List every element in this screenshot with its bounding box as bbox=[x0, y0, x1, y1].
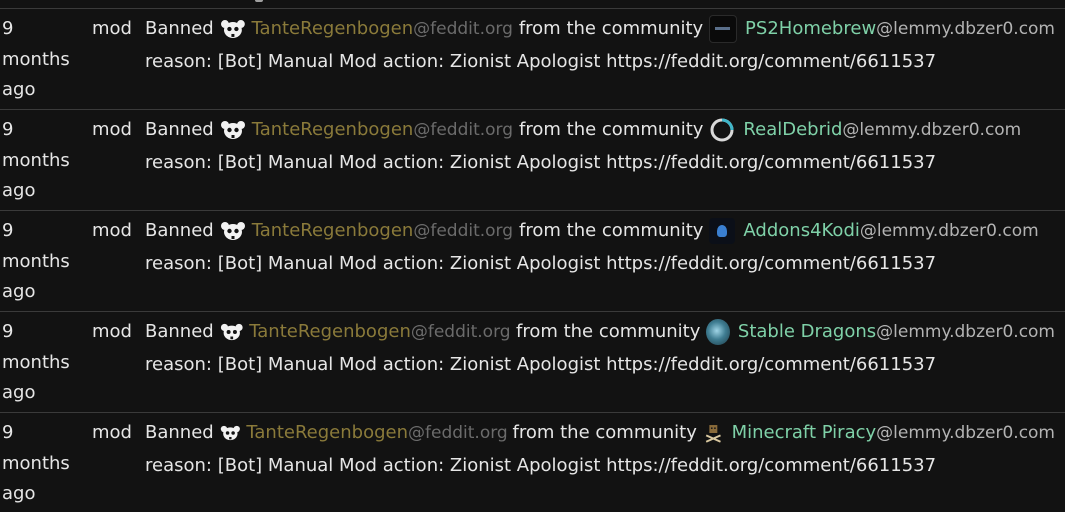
user-instance: @feddit.org bbox=[413, 19, 513, 39]
previous-row-partial bbox=[0, 0, 1065, 9]
action-line: Banned TanteRegenbogen@feddit.org from t… bbox=[145, 14, 1055, 44]
modlog-row: 9 months ago mod Banned TanteRegenbogen@… bbox=[0, 9, 1065, 110]
action-line: Banned TanteRegenbogen@feddit.org from t… bbox=[145, 317, 1055, 347]
community-link[interactable]: Stable Dragons@lemmy.dbzer0.com bbox=[738, 317, 1055, 347]
skull-bear-icon bbox=[220, 222, 245, 240]
action-line: Banned TanteRegenbogen@feddit.org from t… bbox=[145, 216, 1055, 246]
moderator-label: mod bbox=[92, 18, 132, 39]
reason-text: reason: [Bot] Manual Mod action: Zionist… bbox=[145, 152, 937, 173]
ps2homebrew-community-icon bbox=[709, 15, 738, 43]
modlog-row: 9 months ago mod Banned TanteRegenbogen@… bbox=[0, 110, 1065, 211]
skull-bear-icon bbox=[220, 323, 243, 341]
user-name: TanteRegenbogen bbox=[246, 422, 409, 443]
skull-bear-icon bbox=[220, 20, 245, 38]
user-name: TanteRegenbogen bbox=[249, 321, 411, 342]
action-cell: Banned TanteRegenbogen@feddit.org from t… bbox=[145, 317, 1055, 380]
community-instance: @lemmy.dbzer0.com bbox=[859, 221, 1039, 241]
timestamp: 9 months ago bbox=[2, 18, 70, 100]
connector-text: from the community bbox=[519, 119, 704, 140]
action-cell: Banned TanteRegenbogen@feddit.org from t… bbox=[145, 14, 1055, 77]
user-instance: @feddit.org bbox=[413, 221, 514, 241]
timestamp: 9 months ago bbox=[2, 220, 70, 302]
modlog-row: 9 months ago mod Banned TanteRegenbogen@… bbox=[0, 413, 1065, 512]
user-instance: @feddit.org bbox=[413, 120, 514, 140]
community-link[interactable]: RealDebrid@lemmy.dbzer0.com bbox=[743, 115, 1021, 145]
action-verb: Banned bbox=[145, 220, 214, 241]
timestamp: 9 months ago bbox=[2, 321, 70, 403]
skull-bear-icon bbox=[220, 425, 240, 441]
timestamp: 9 months ago bbox=[2, 422, 70, 504]
reason-text: reason: [Bot] Manual Mod action: Zionist… bbox=[145, 354, 937, 375]
connector-text: from the community bbox=[519, 220, 704, 241]
community-instance: @lemmy.dbzer0.com bbox=[876, 322, 1055, 342]
user-instance: @feddit.org bbox=[408, 423, 508, 443]
user-name: TanteRegenbogen bbox=[251, 220, 414, 241]
community-name: Addons4Kodi bbox=[743, 220, 860, 241]
community-name: PS2Homebrew bbox=[745, 18, 877, 39]
action-verb: Banned bbox=[145, 18, 214, 39]
modlog-page: 9 months ago mod Banned TanteRegenbogen@… bbox=[0, 0, 1065, 512]
moderator-label: mod bbox=[92, 220, 132, 241]
connector-text: from the community bbox=[515, 321, 701, 342]
timestamp: 9 months ago bbox=[2, 119, 70, 201]
minecraft-piracy-community-icon bbox=[705, 425, 721, 443]
user-name: TanteRegenbogen bbox=[251, 119, 414, 140]
moderator-label: mod bbox=[92, 422, 132, 443]
reason-text: reason: [Bot] Manual Mod action: Zionist… bbox=[145, 51, 937, 72]
action-verb: Banned bbox=[145, 119, 214, 140]
community-instance: @lemmy.dbzer0.com bbox=[842, 120, 1022, 140]
partial-glyph bbox=[255, 0, 263, 2]
connector-text: from the community bbox=[512, 422, 697, 443]
action-verb: Banned bbox=[145, 321, 214, 342]
modlog-row: 9 months ago mod Banned TanteRegenbogen@… bbox=[0, 211, 1065, 312]
action-verb: Banned bbox=[145, 422, 214, 443]
user-name: TanteRegenbogen bbox=[251, 18, 414, 39]
modlog-row: 9 months ago mod Banned TanteRegenbogen@… bbox=[0, 312, 1065, 413]
action-cell: Banned TanteRegenbogen@feddit.org from t… bbox=[145, 216, 1055, 279]
community-instance: @lemmy.dbzer0.com bbox=[876, 423, 1055, 443]
addons4kodi-community-icon bbox=[709, 218, 736, 244]
skull-bear-icon bbox=[220, 121, 245, 139]
community-name: Stable Dragons bbox=[737, 321, 877, 342]
community-name: Minecraft Piracy bbox=[731, 422, 877, 443]
reason-text: reason: [Bot] Manual Mod action: Zionist… bbox=[145, 253, 937, 274]
user-link[interactable]: TanteRegenbogen@feddit.org bbox=[252, 14, 513, 44]
modlog-list: 9 months ago mod Banned TanteRegenbogen@… bbox=[0, 9, 1065, 512]
community-link[interactable]: Addons4Kodi@lemmy.dbzer0.com bbox=[743, 216, 1038, 246]
reason-text: reason: [Bot] Manual Mod action: Zionist… bbox=[145, 455, 937, 476]
community-link[interactable]: Minecraft Piracy@lemmy.dbzer0.com bbox=[732, 418, 1055, 448]
moderator-label: mod bbox=[92, 119, 132, 140]
user-link[interactable]: TanteRegenbogen@feddit.org bbox=[252, 115, 513, 145]
action-cell: Banned TanteRegenbogen@feddit.org from t… bbox=[145, 115, 1055, 178]
user-instance: @feddit.org bbox=[410, 322, 511, 342]
stable-dragons-community-icon bbox=[706, 319, 730, 345]
realdebrid-community-icon bbox=[710, 118, 734, 142]
action-line: Banned TanteRegenbogen@feddit.org from t… bbox=[145, 115, 1055, 145]
user-link[interactable]: TanteRegenbogen@feddit.org bbox=[249, 317, 510, 347]
community-link[interactable]: PS2Homebrew@lemmy.dbzer0.com bbox=[745, 14, 1055, 44]
user-link[interactable]: TanteRegenbogen@feddit.org bbox=[246, 418, 507, 448]
user-link[interactable]: TanteRegenbogen@feddit.org bbox=[252, 216, 513, 246]
community-instance: @lemmy.dbzer0.com bbox=[876, 19, 1055, 39]
community-name: RealDebrid bbox=[743, 119, 843, 140]
action-cell: Banned TanteRegenbogen@feddit.org from t… bbox=[145, 418, 1055, 481]
moderator-label: mod bbox=[92, 321, 132, 342]
connector-text: from the community bbox=[518, 18, 704, 39]
action-line: Banned TanteRegenbogen@feddit.org from t… bbox=[145, 418, 1055, 448]
